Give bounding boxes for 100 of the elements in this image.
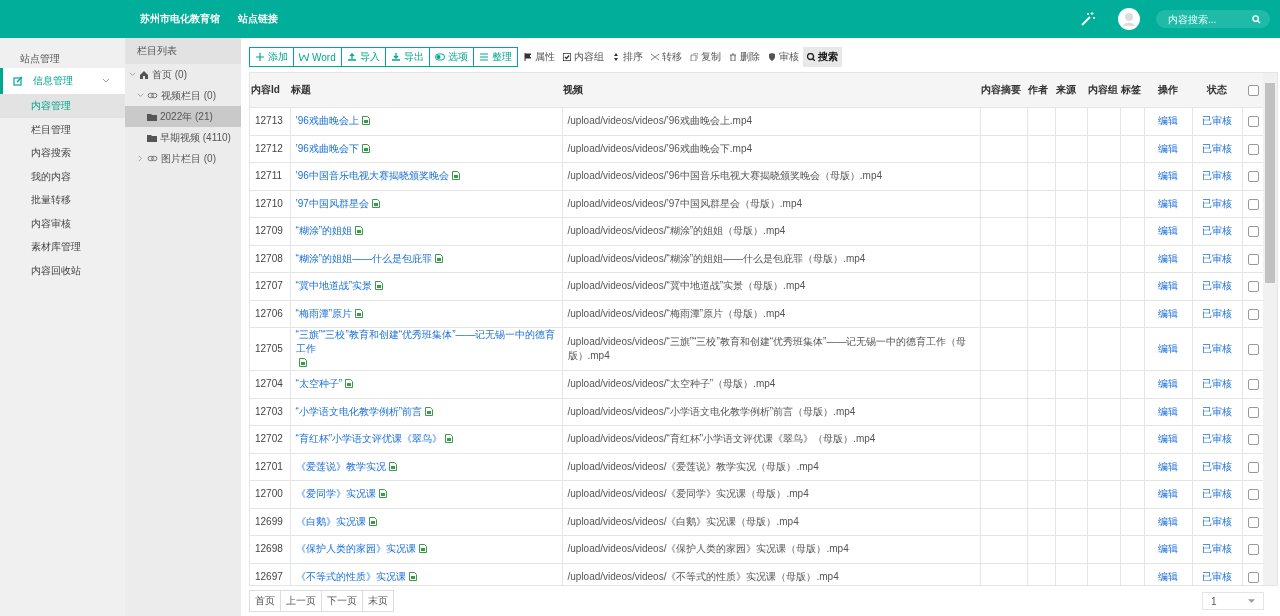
row-checkbox[interactable]	[1247, 143, 1259, 155]
scrollbar[interactable]	[1263, 73, 1277, 585]
tree-item[interactable]: 视频栏目 (0)	[125, 85, 241, 106]
toolbar-button[interactable]: 删除	[724, 47, 764, 67]
row-checkbox[interactable]	[1247, 489, 1259, 501]
row-checkbox[interactable]	[1247, 116, 1259, 128]
video-path-cell: /upload/videos/videos/’96中国音乐电视大赛揭晓颁奖晚会（母版）.mp4	[562, 162, 980, 190]
edit-link[interactable]: 编辑	[1158, 378, 1178, 390]
file-icon	[355, 226, 364, 236]
id-cell: 12713	[250, 107, 290, 135]
page-select[interactable]: 1	[1202, 592, 1264, 610]
toolbar-button[interactable]: 内容组	[558, 47, 608, 67]
edit-link[interactable]: 编辑	[1158, 252, 1178, 264]
row-checkbox[interactable]	[1247, 308, 1259, 320]
magic-wand-icon[interactable]	[1080, 11, 1096, 27]
edit-link[interactable]: 编辑	[1158, 515, 1178, 527]
toolbar-button[interactable]: 排序	[607, 47, 647, 67]
title-link[interactable]: “太空种子”	[295, 377, 343, 392]
column-header: 内容摘要	[980, 73, 1027, 108]
file-icon	[451, 171, 460, 181]
row-checkbox[interactable]	[1247, 281, 1259, 293]
sidebar-item[interactable]: 我的内容	[0, 164, 125, 188]
title-link[interactable]: “梅雨潭”原片	[295, 306, 353, 321]
video-path-cell: /upload/videos/videos/’97中国风群星会（母版）.mp4	[562, 190, 980, 218]
list-icon	[478, 53, 489, 61]
row-checkbox[interactable]	[1247, 406, 1259, 418]
tree-item[interactable]: 图片栏目 (0)	[125, 148, 241, 169]
tree-item[interactable]: 早期视频 (4110)	[125, 127, 241, 148]
edit-link[interactable]: 编辑	[1158, 307, 1178, 319]
menu-group[interactable]: 信息管理	[0, 68, 125, 94]
id-cell: 12698	[250, 535, 290, 563]
page-button[interactable]: 上一页	[280, 590, 322, 612]
edit-link[interactable]: 编辑	[1158, 405, 1178, 417]
link-icon	[147, 92, 158, 99]
sidebar-item[interactable]: 批量转移	[0, 188, 125, 212]
avatar-icon[interactable]	[1118, 8, 1140, 30]
edit-link[interactable]: 编辑	[1158, 170, 1178, 182]
toolbar-button[interactable]: 复制	[685, 47, 725, 67]
edit-link[interactable]: 编辑	[1158, 225, 1178, 237]
id-cell: 12700	[250, 480, 290, 508]
edit-link[interactable]: 编辑	[1158, 115, 1178, 127]
upload-icon	[346, 53, 357, 61]
title-link[interactable]: “冀中地道战”实景	[295, 279, 373, 294]
search-icon[interactable]	[1252, 15, 1261, 24]
file-icon	[375, 281, 384, 291]
id-cell: 12702	[250, 425, 290, 453]
row-checkbox[interactable]	[1247, 544, 1259, 556]
row-checkbox[interactable]	[1247, 461, 1259, 473]
nav-link[interactable]: 站点链接	[238, 12, 278, 26]
nav-link[interactable]: 苏州市电化教育馆	[140, 12, 220, 26]
id-cell: 12712	[250, 135, 290, 163]
toolbar-button[interactable]: 审核	[763, 47, 803, 67]
tree-item[interactable]: 2022年 (21)	[125, 106, 241, 127]
row-checkbox[interactable]	[1247, 226, 1259, 238]
file-icon	[378, 489, 387, 499]
video-path-cell: /upload/videos/videos/’96戏曲晚会下.mp4	[562, 135, 980, 163]
row-checkbox[interactable]	[1247, 434, 1259, 446]
title-link[interactable]: ’96戏曲晚会上	[295, 114, 359, 129]
edit-link[interactable]: 编辑	[1158, 488, 1178, 500]
row-checkbox[interactable]	[1247, 198, 1259, 210]
row-checkbox[interactable]	[1247, 379, 1259, 391]
toolbar-button[interactable]: 搜索	[802, 47, 842, 67]
page-button[interactable]: 首页	[249, 590, 281, 612]
title-link[interactable]: “糊涂”的姐姐	[295, 224, 353, 239]
sidebar-item[interactable]: 内容回收站	[0, 258, 125, 282]
status-link[interactable]: 已审核	[1202, 343, 1232, 354]
edit-link[interactable]: 编辑	[1158, 433, 1178, 445]
page-button[interactable]: 下一页	[321, 590, 363, 612]
search-icon	[806, 53, 815, 61]
title-link[interactable]: ’97中国风群星会	[295, 196, 369, 211]
edit-link[interactable]: 编辑	[1158, 460, 1178, 472]
row-checkbox[interactable]	[1247, 171, 1259, 183]
row-checkbox[interactable]	[1247, 343, 1259, 355]
search-field[interactable]: 内容搜索...	[1156, 10, 1270, 28]
sort-icon	[611, 53, 620, 61]
edit-link[interactable]: 编辑	[1158, 197, 1178, 209]
row-checkbox[interactable]	[1247, 253, 1259, 265]
select-all-checkbox[interactable]	[1247, 84, 1259, 96]
folder-icon	[147, 133, 157, 142]
sidebar-item[interactable]: 内容搜索	[0, 141, 125, 165]
toolbar-button[interactable]: 转移	[646, 47, 686, 67]
page-button[interactable]: 末页	[362, 590, 394, 612]
tree-item[interactable]: 首页 (0)	[125, 64, 241, 85]
flag-icon	[523, 53, 532, 61]
edit-link[interactable]: 编辑	[1158, 280, 1178, 292]
sidebar-item[interactable]: 素材库管理	[0, 235, 125, 259]
edit-link[interactable]: 编辑	[1158, 343, 1178, 354]
edit-link[interactable]: 编辑	[1158, 543, 1178, 555]
title-link[interactable]: ’96戏曲晚会下	[295, 141, 359, 156]
toolbar-button[interactable]: 属性	[519, 47, 559, 67]
title-link[interactable]: 《爱莲说》教学实况	[295, 459, 386, 474]
id-cell: 12701	[250, 453, 290, 481]
title-link[interactable]: 《爱同学》实况课	[295, 487, 376, 502]
row-checkbox[interactable]	[1247, 516, 1259, 528]
edit-link[interactable]: 编辑	[1158, 142, 1178, 154]
title-link[interactable]: 《白鹅》实况课	[295, 514, 366, 529]
row-checkbox[interactable]	[1247, 571, 1259, 583]
sidebar-item[interactable]: 内容审核	[0, 211, 125, 235]
sidebar-item[interactable]: 栏目管理	[0, 117, 125, 141]
home-icon	[139, 69, 149, 80]
